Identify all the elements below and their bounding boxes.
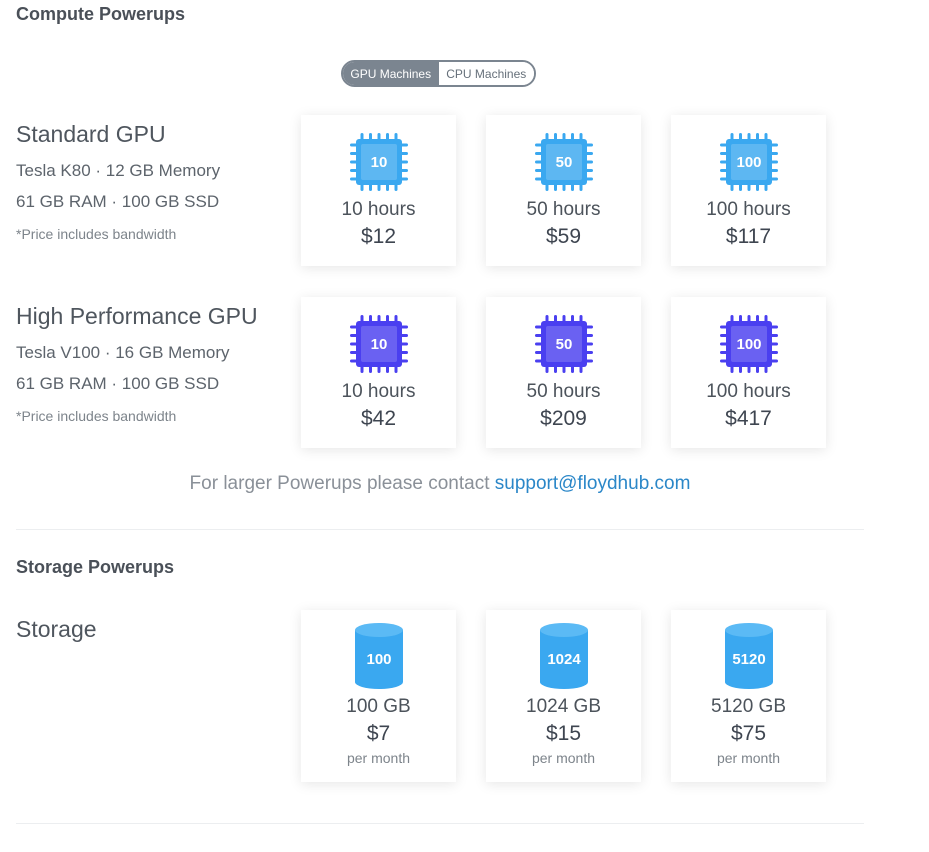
tier-price-note: *Price includes bandwidth: [16, 408, 177, 424]
cylinder-label: 5120: [732, 651, 765, 668]
powerup-card-standard-100[interactable]: 100 100 hours $117: [671, 115, 826, 266]
chip-label: 100: [736, 154, 761, 171]
storage-price: $75: [730, 722, 767, 745]
storage-size: 1024 GB: [526, 696, 601, 717]
gpu-chip-icon: 100: [719, 133, 778, 191]
contact-line: For larger Powerups please contact suppo…: [0, 473, 880, 495]
powerup-card-hp-100[interactable]: 100 100 hours $417: [671, 297, 826, 448]
storage-section-title: Storage Powerups: [16, 557, 175, 577]
contact-text: For larger Powerups please contact: [189, 473, 490, 494]
tier-name-high-performance-gpu: High Performance GPU: [16, 303, 258, 329]
powerup-price: $59: [545, 225, 582, 248]
powerup-hours: 50 hours: [526, 199, 601, 220]
section-divider: [16, 823, 864, 824]
cpu-machines-toggle[interactable]: CPU Machines: [438, 62, 534, 85]
storage-size: 5120 GB: [711, 696, 786, 717]
powerup-price: $12: [360, 225, 397, 248]
powerup-price: $42: [360, 407, 397, 430]
cylinder-label: 1024: [547, 651, 581, 668]
storage-price: $15: [545, 722, 582, 745]
gpu-chip-icon: 100: [719, 315, 778, 373]
storage-card-1024[interactable]: 1024 1024 GB $15 per month: [486, 610, 641, 782]
tier-name-storage: Storage: [16, 616, 97, 642]
storage-card-100[interactable]: 100 100 GB $7 per month: [301, 610, 456, 782]
storage-price: $7: [366, 722, 391, 745]
storage-card-5120[interactable]: 5120 5120 GB $75 per month: [671, 610, 826, 782]
powerup-hours: 50 hours: [526, 381, 601, 402]
machine-type-toggle[interactable]: GPU Machines CPU Machines: [341, 60, 536, 87]
tier-spec-ram-ssd: 61 GB RAM · 100 GB SSD: [16, 192, 220, 211]
powerup-hours: 10 hours: [341, 199, 416, 220]
support-email-link[interactable]: support@floydhub.com: [495, 473, 691, 494]
storage-cylinder-icon: 100: [354, 623, 403, 689]
chip-label: 50: [555, 154, 572, 171]
powerup-hours: 100 hours: [706, 381, 791, 402]
storage-size: 100 GB: [346, 696, 411, 717]
section-divider: [16, 529, 864, 530]
chip-label: 10: [370, 336, 387, 353]
storage-period: per month: [531, 750, 596, 766]
storage-period: per month: [716, 750, 781, 766]
chip-label: 100: [736, 336, 761, 353]
gpu-chip-icon: 10: [349, 315, 408, 373]
powerup-price: $117: [725, 225, 772, 248]
gpu-chip-icon: 50: [534, 315, 593, 373]
powerup-card-standard-50[interactable]: 50 50 hours $59: [486, 115, 641, 266]
tier-price-note: *Price includes bandwidth: [16, 226, 177, 242]
tier-name-standard-gpu: Standard GPU: [16, 121, 166, 147]
powerup-hours: 10 hours: [341, 381, 416, 402]
powerup-card-hp-50[interactable]: 50 50 hours $209: [486, 297, 641, 448]
compute-section-title: Compute Powerups: [16, 4, 186, 24]
tier-spec-gpu-memory: Tesla K80 · 12 GB Memory: [16, 161, 221, 180]
tier-spec-ram-ssd: 61 GB RAM · 100 GB SSD: [16, 374, 220, 393]
powerup-card-hp-10[interactable]: 10 10 hours $42: [301, 297, 456, 448]
powerup-hours: 100 hours: [706, 199, 791, 220]
tier-spec-gpu-memory: Tesla V100 · 16 GB Memory: [16, 343, 230, 362]
cylinder-label: 100: [366, 651, 391, 668]
powerup-price: $417: [725, 407, 772, 430]
storage-cylinder-icon: 1024: [539, 623, 588, 689]
gpu-machines-toggle[interactable]: GPU Machines: [343, 62, 439, 85]
gpu-chip-icon: 50: [534, 133, 593, 191]
powerup-price: $209: [540, 407, 587, 430]
gpu-chip-icon: 10: [349, 133, 408, 191]
storage-cylinder-icon: 5120: [724, 623, 773, 689]
powerup-card-standard-10[interactable]: 10 10 hours $12: [301, 115, 456, 266]
storage-period: per month: [346, 750, 411, 766]
chip-label: 10: [370, 154, 387, 171]
chip-label: 50: [555, 336, 572, 353]
